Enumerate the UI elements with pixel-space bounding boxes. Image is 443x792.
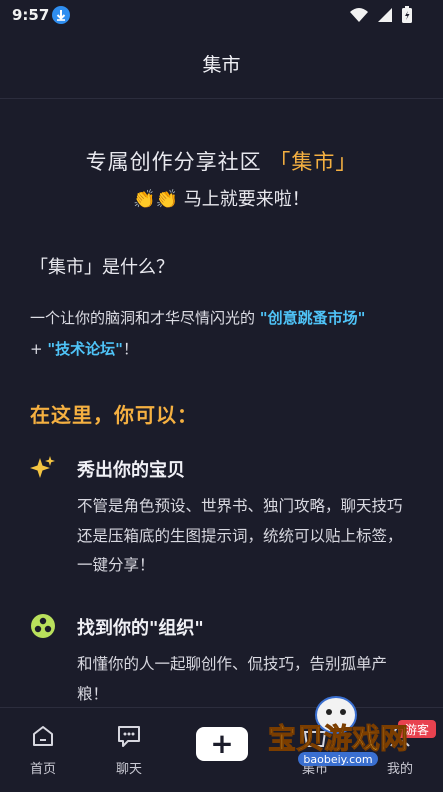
hero-prefix: 专属创作分享社区	[85, 150, 270, 174]
header: 集市	[0, 30, 443, 99]
tech-forum-link[interactable]: "技术论坛"	[47, 340, 123, 358]
feature-description: 不管是角色预设、世界书、独门攻略，聊天技巧还是压箱底的生图提示词，统统可以贴上标…	[77, 497, 403, 574]
sparkle-icon	[30, 455, 56, 481]
nav-chat-label: 聊天	[115, 762, 142, 777]
watermark-logo: 游客 宝贝游戏网 baobeiy.com	[262, 690, 443, 788]
download-icon	[52, 6, 70, 24]
chat-icon	[118, 726, 140, 747]
section-title: 在这里，你可以：	[30, 403, 198, 427]
signal-icon	[378, 8, 392, 22]
hero-headline: 专属创作分享社区 「集市」	[0, 146, 443, 176]
description: 一个让你的脑洞和才华尽情闪光的 "创意跳蚤市场" + "技术论坛"！	[30, 303, 420, 365]
nav-home[interactable]: 首页	[13, 722, 73, 777]
question-heading: 「集市」是什么？	[30, 257, 174, 278]
feature-title: 秀出你的宝贝	[77, 460, 185, 481]
svg-text:宝贝游戏网: 宝贝游戏网	[268, 722, 408, 755]
create-button[interactable]: +	[196, 727, 248, 761]
home-icon	[33, 726, 53, 746]
feature-title: 找到你的"组织"	[77, 618, 204, 639]
status-bar: 9:57	[0, 0, 443, 30]
status-time: 9:57	[12, 6, 50, 24]
desc-suffix: ！	[122, 340, 138, 358]
clap-emoji: 👏👏	[133, 189, 179, 210]
battery-icon	[402, 6, 412, 23]
group-icon	[30, 613, 56, 639]
page-title: 集市	[202, 54, 241, 76]
hero-accent: 「集市」	[269, 150, 358, 174]
desc-plus: +	[30, 340, 48, 358]
hero-subline: 👏👏 马上就要来啦！	[0, 185, 443, 211]
svg-text:游客: 游客	[405, 722, 429, 737]
wifi-icon	[350, 8, 368, 22]
nav-home-label: 首页	[29, 762, 56, 777]
nav-chat[interactable]: 聊天	[99, 722, 159, 777]
hero-subtext: 马上就要来啦！	[178, 189, 310, 210]
desc-prefix: 一个让你的脑洞和才华尽情闪光的	[30, 309, 256, 327]
svg-text:baobeiy.com: baobeiy.com	[303, 753, 372, 766]
flea-market-link[interactable]: "创意跳蚤市场"	[260, 309, 366, 327]
